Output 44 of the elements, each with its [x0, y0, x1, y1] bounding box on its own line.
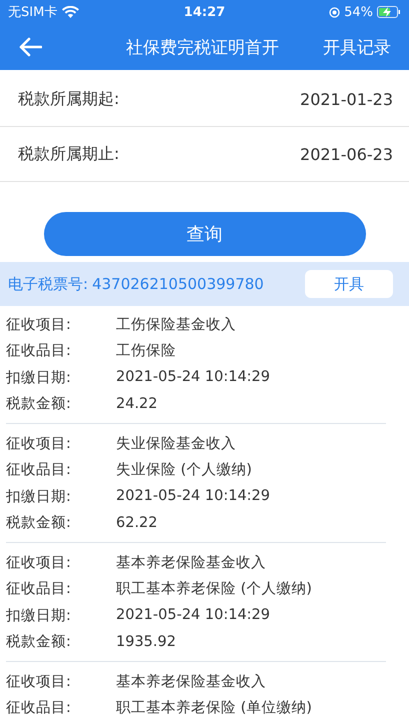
record-value: 基本养老保险基金收入 [116, 554, 266, 572]
record-value: 工伤保险 [116, 342, 176, 360]
query-button[interactable]: 查询 [44, 212, 366, 256]
record-label: 征收项目: [6, 316, 72, 334]
field-label: 税款所属期起: [18, 88, 120, 110]
record-label: 扣缴日期: [6, 368, 72, 387]
ticket-number-label: 电子税票号: [8, 274, 88, 294]
carrier-text: 无SIM卡 [8, 4, 58, 21]
field-label: 税款所属期止: [18, 144, 120, 164]
record-label: 征收项目: [6, 434, 72, 453]
record-value: 2021-05-24 10:14:29 [116, 488, 270, 504]
clock-time: 14:27 [184, 4, 226, 20]
record-value: 工伤保险基金收入 [116, 316, 236, 334]
record-value: 24.22 [116, 396, 158, 412]
record-label: 征收品目: [6, 580, 72, 598]
record-label: 征收项目: [6, 672, 72, 691]
record-value: 2021-05-24 10:14:29 [116, 607, 270, 624]
issue-records-link[interactable]: 开具记录 [323, 36, 391, 58]
record-value: 62.22 [116, 514, 158, 531]
orientation-lock-icon [329, 6, 340, 18]
date-field[interactable]: 2021-06-23 [300, 144, 393, 164]
record-value: 失业保险 (个人缴纳) [116, 461, 252, 480]
record-value: 职工基本养老保险 (单位缴纳) [116, 698, 312, 718]
record-label: 征收品目: [6, 461, 72, 480]
record-value: 1935.92 [116, 634, 176, 650]
record-label: 征收品目: [6, 699, 72, 718]
page-title: 社保费完税证明首开 [125, 36, 280, 58]
wifi-icon [62, 6, 80, 18]
record-label: 扣缴日期: [6, 606, 72, 625]
record-value: 2021-05-24 10:14:29 [116, 369, 270, 386]
ticket-number: 437026210500399780 [92, 275, 265, 293]
record-label: 征收品目: [6, 342, 72, 360]
battery-percent: 54% [344, 4, 373, 20]
record-label: 税款金额: [6, 632, 72, 652]
record-label: 征收项目: [6, 554, 72, 572]
record-value: 职工基本养老保险 (个人缴纳) [116, 580, 312, 598]
record-value: 基本养老保险基金收入 [116, 672, 266, 691]
record-value: 失业保险基金收入 [116, 434, 236, 453]
record-label: 税款金额: [6, 514, 72, 532]
record-label: 扣缴日期: [6, 488, 72, 506]
issue-button[interactable]: 开具 [305, 270, 393, 298]
record-label: 税款金额: [6, 394, 72, 414]
date-field[interactable]: 2021-01-23 [300, 90, 393, 108]
back-arrow-icon[interactable] [18, 37, 42, 57]
